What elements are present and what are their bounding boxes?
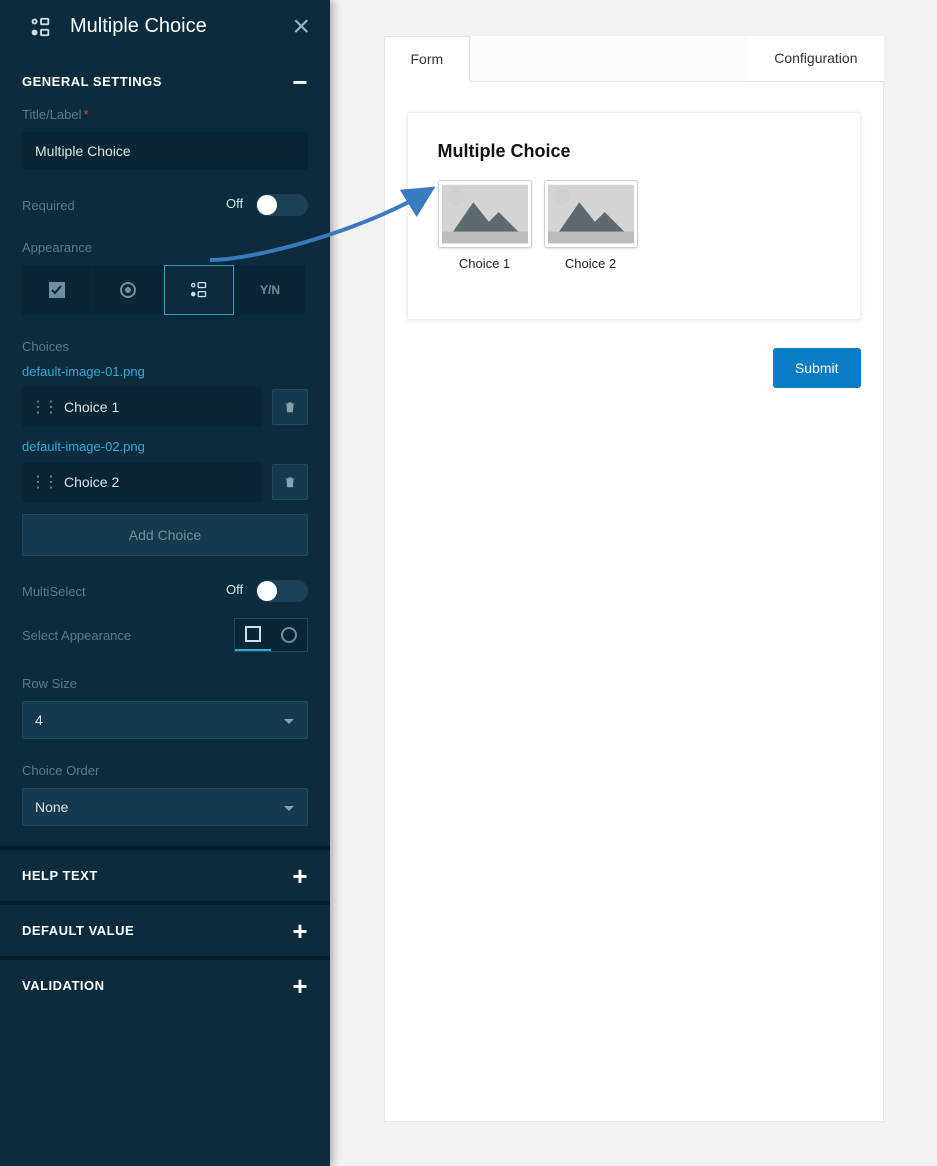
multiple-choice-icon [30, 16, 52, 38]
required-row: Required Off [22, 194, 308, 216]
tab-content: Multiple Choice Choice 1 [384, 82, 884, 1122]
tab-configuration[interactable]: Configuration [748, 36, 883, 81]
required-star: * [84, 107, 89, 122]
appearance-yes-no[interactable]: Y/N [235, 265, 305, 315]
section-general-settings[interactable]: GENERAL SETTINGS − [0, 56, 330, 107]
choice-row: ⋮⋮ [22, 387, 308, 427]
appearance-image-grid[interactable] [164, 265, 234, 315]
choice-input-wrap: ⋮⋮ [22, 387, 262, 427]
collapse-icon: − [292, 75, 308, 89]
delete-choice-button[interactable] [272, 389, 308, 425]
add-choice-button[interactable]: Add Choice [22, 514, 308, 556]
choices-label: Choices [22, 339, 308, 354]
row-size-select[interactable]: 4 [22, 701, 308, 739]
title-input[interactable] [22, 132, 308, 170]
panel-title: Multiple Choice [70, 15, 292, 38]
multiselect-toggle[interactable]: Off [256, 580, 308, 602]
selection-indicator [554, 189, 570, 205]
preview-frame: Form Configuration Multiple Choice Choic… [384, 36, 884, 1122]
toggle-knob [257, 581, 277, 601]
section-label: GENERAL SETTINGS [22, 74, 162, 89]
shape-square[interactable] [235, 619, 271, 651]
section-label: HELP TEXT [22, 868, 98, 883]
appearance-radio[interactable] [93, 265, 163, 315]
choice-label: Choice 2 [565, 256, 616, 271]
multiselect-label: MultiSelect [22, 584, 86, 599]
close-icon[interactable]: × [292, 17, 310, 37]
row-size-label: Row Size [22, 676, 308, 691]
toggle-state: Off [226, 582, 243, 597]
section-validation[interactable]: VALIDATION + [0, 960, 330, 1011]
required-label: Required [22, 198, 75, 213]
choice-label-input[interactable] [56, 387, 254, 427]
expand-icon: + [292, 924, 308, 938]
section-default-value[interactable]: DEFAULT VALUE + [0, 905, 330, 956]
tab-bar: Form Configuration [384, 36, 884, 82]
multiselect-row: MultiSelect Off [22, 580, 308, 602]
form-card: Multiple Choice Choice 1 [407, 112, 861, 320]
choice-input-wrap: ⋮⋮ [22, 462, 262, 502]
choice-label: Choice 1 [459, 256, 510, 271]
select-appearance-row: Select Appearance [22, 618, 308, 652]
toggle-state: Off [226, 196, 243, 211]
expand-icon: + [292, 979, 308, 993]
panel-header: Multiple Choice × [0, 0, 330, 56]
form-field-title: Multiple Choice [438, 141, 830, 162]
toggle-knob [257, 195, 277, 215]
select-appearance-options [234, 618, 308, 652]
drag-handle-icon[interactable]: ⋮⋮ [30, 472, 56, 492]
expand-icon: + [292, 869, 308, 883]
tab-form[interactable]: Form [384, 36, 471, 82]
delete-choice-button[interactable] [272, 464, 308, 500]
general-settings-body: Title/Label* Required Off Appearance [0, 107, 330, 846]
choice-order-label: Choice Order [22, 763, 308, 778]
choice-image [544, 180, 638, 248]
choice-file-link[interactable]: default-image-02.png [22, 439, 308, 454]
shape-circle[interactable] [271, 619, 307, 651]
submit-button[interactable]: Submit [773, 348, 861, 388]
select-appearance-label: Select Appearance [22, 628, 131, 643]
selection-indicator [448, 189, 464, 205]
appearance-checkbox[interactable] [22, 265, 92, 315]
required-toggle[interactable]: Off [256, 194, 308, 216]
appearance-label: Appearance [22, 240, 308, 255]
choice-row: ⋮⋮ [22, 462, 308, 502]
image-choices: Choice 1 Choice 2 [438, 180, 830, 271]
choice-order-select[interactable]: None [22, 788, 308, 826]
settings-panel: Multiple Choice × GENERAL SETTINGS − Tit… [0, 0, 330, 1166]
preview-area: Form Configuration Multiple Choice Choic… [330, 0, 937, 1166]
image-choice[interactable]: Choice 2 [544, 180, 638, 271]
choice-file-link[interactable]: default-image-01.png [22, 364, 308, 379]
choice-label-input[interactable] [56, 462, 254, 502]
drag-handle-icon[interactable]: ⋮⋮ [30, 397, 56, 417]
image-choice[interactable]: Choice 1 [438, 180, 532, 271]
section-help-text[interactable]: HELP TEXT + [0, 850, 330, 901]
appearance-options: Y/N [22, 265, 308, 315]
choice-image [438, 180, 532, 248]
title-label: Title/Label* [22, 107, 308, 122]
section-label: VALIDATION [22, 978, 105, 993]
section-label: DEFAULT VALUE [22, 923, 134, 938]
